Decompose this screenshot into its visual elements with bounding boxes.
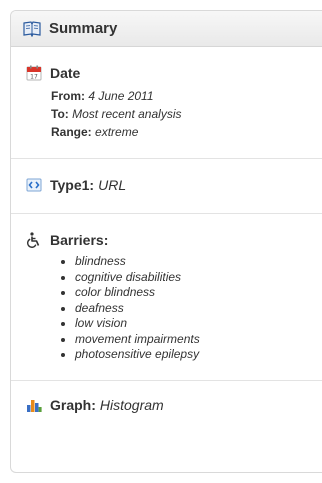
barriers-row: Barriers:	[26, 232, 322, 248]
date-label: Date	[50, 65, 81, 81]
list-item: photosensitive epilepsy	[75, 347, 322, 363]
type-value: URL	[98, 177, 127, 193]
date-row: 17 Date	[26, 65, 322, 81]
list-item: cognitive disabilities	[75, 270, 322, 286]
date-from-value: 4 June 2011	[88, 89, 154, 103]
date-to-value: Most recent analysis	[72, 107, 182, 121]
graph-section: Graph: Histogram	[11, 381, 322, 427]
barriers-label: Barriers:	[50, 232, 109, 248]
panel-title: Summary	[49, 20, 118, 37]
wheelchair-icon	[26, 232, 42, 248]
link-code-icon	[26, 177, 42, 193]
calendar-icon: 17	[26, 65, 42, 81]
list-item: low vision	[75, 316, 322, 332]
book-icon	[23, 20, 41, 37]
type-row: Type1: URL	[26, 177, 322, 193]
date-from-key: From:	[51, 89, 85, 103]
date-to: To: Most recent analysis	[51, 105, 322, 123]
summary-panel: Summary 17 Date From: 4 June 2011 To: Mo…	[10, 10, 322, 473]
graph-value: Histogram	[99, 396, 164, 413]
date-range-value: extreme	[95, 125, 139, 139]
panel-header: Summary	[11, 11, 322, 47]
date-section: 17 Date From: 4 June 2011 To: Most recen…	[11, 47, 322, 159]
bar-chart-icon	[26, 397, 42, 413]
list-item: deafness	[75, 301, 322, 317]
date-range: Range: extreme	[51, 123, 322, 141]
svg-text:17: 17	[30, 74, 38, 81]
barriers-section: Barriers: blindness cognitive disabiliti…	[11, 214, 322, 381]
barriers-list: blindness cognitive disabilities color b…	[26, 254, 322, 363]
graph-label: Graph:	[50, 396, 96, 413]
type-section: Type1: URL	[11, 159, 322, 214]
list-item: blindness	[75, 254, 322, 270]
graph-row: Graph: Histogram	[26, 397, 322, 413]
list-item: movement impairments	[75, 332, 322, 348]
list-item: color blindness	[75, 285, 322, 301]
date-from: From: 4 June 2011	[51, 87, 322, 105]
type-label: Type1:	[50, 177, 95, 193]
date-to-key: To:	[51, 107, 69, 121]
date-range-key: Range:	[51, 125, 92, 139]
